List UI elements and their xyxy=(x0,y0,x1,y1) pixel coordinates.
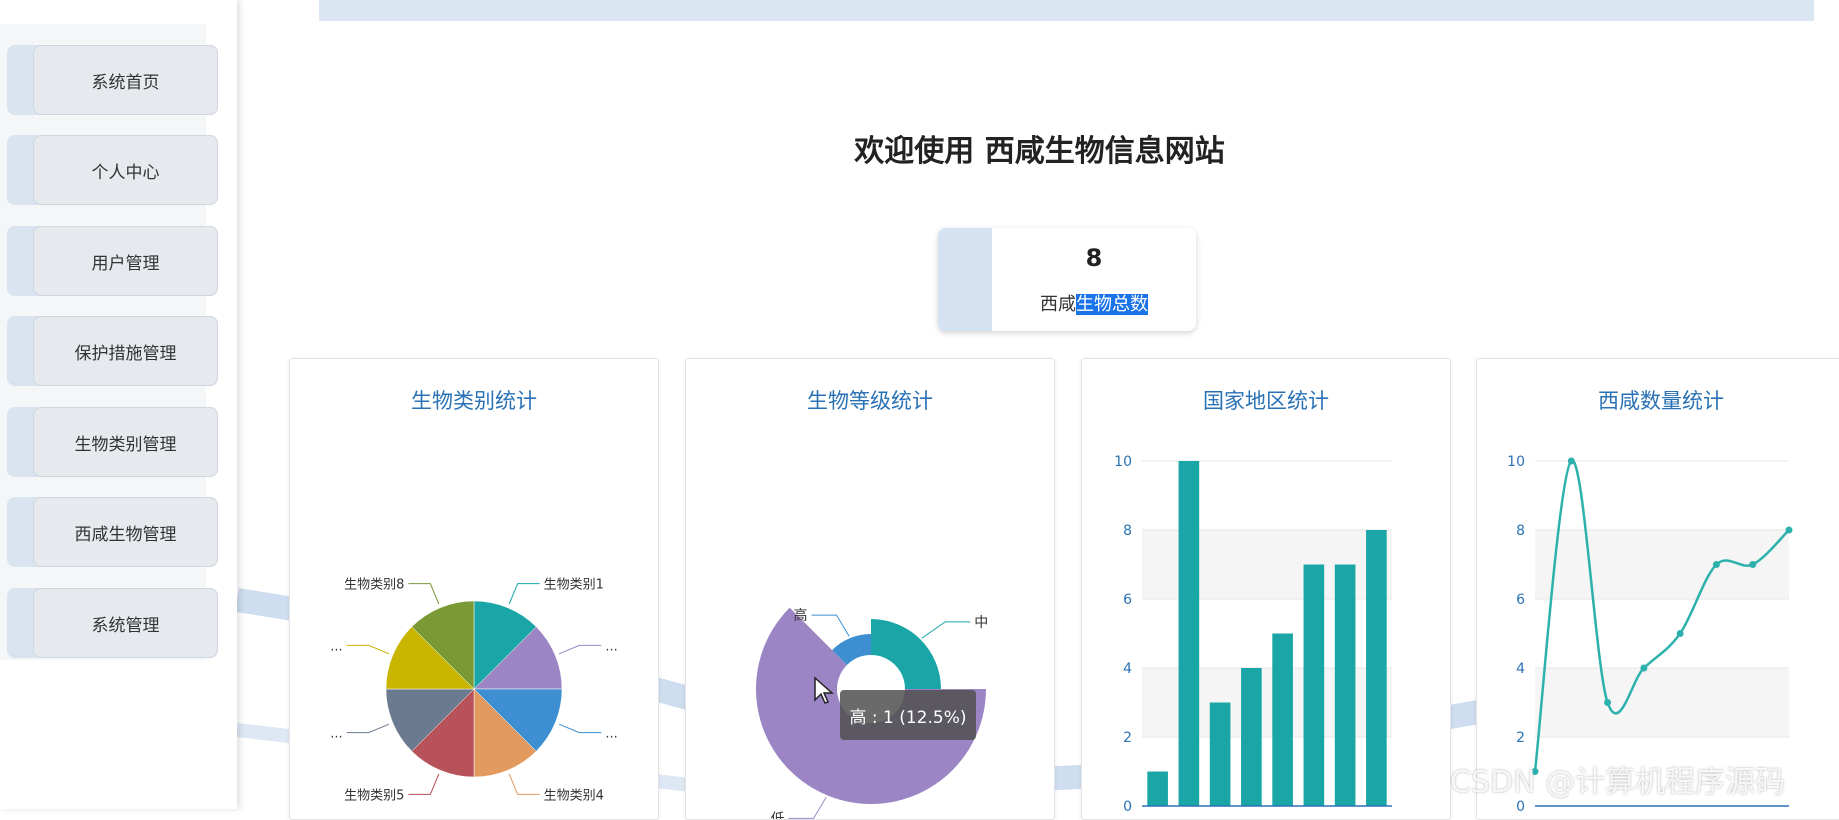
sidebar-item-protection[interactable]: 保护措施管理 xyxy=(7,316,218,386)
sidebar-item-label: 保护措施管理 xyxy=(33,316,218,386)
line-point[interactable] xyxy=(1640,664,1648,672)
stat-value: 8 xyxy=(1085,244,1103,272)
pie-label-line xyxy=(508,583,540,605)
rose-label: 低 xyxy=(771,811,785,819)
y-tick-label: 10 xyxy=(1114,454,1132,470)
sidebar-item-home[interactable]: 系统首页 xyxy=(7,45,218,115)
sidebar-item-users[interactable]: 用户管理 xyxy=(7,226,218,296)
chart-tooltip: 高 : 1 (12.5%) xyxy=(840,690,976,740)
sidebar-item-label: 生物类别管理 xyxy=(33,407,218,477)
page-title: 欢迎使用 西咸生物信息网站 xyxy=(854,134,1225,169)
sidebar-item-category[interactable]: 生物类别管理 xyxy=(7,407,218,477)
y-tick-label: 0 xyxy=(1123,799,1132,815)
rose-label-line xyxy=(811,614,850,637)
y-tick-label: 8 xyxy=(1516,523,1525,539)
mouse-cursor-icon xyxy=(814,676,834,704)
pie-label: 生物类别8 xyxy=(344,578,404,593)
panel-level: 生物等级统计 中低高 xyxy=(685,358,1055,820)
pie-label-line xyxy=(508,773,540,795)
bar[interactable] xyxy=(1209,702,1231,807)
panel-count: 西咸数量统计 0 2 4 6 8 10 xyxy=(1476,358,1839,820)
line-point[interactable] xyxy=(1604,699,1612,706)
stat-label-prefix: 西咸 xyxy=(1040,294,1076,315)
pie-label: ... xyxy=(605,639,617,654)
rose-label-line xyxy=(921,621,971,639)
stat-label: 西咸生物总数 xyxy=(992,290,1196,316)
y-tick-label: 6 xyxy=(1123,592,1132,608)
stat-label-highlight: 生物总数 xyxy=(1076,294,1148,315)
pie-label-line xyxy=(408,583,440,605)
category-pie-chart: 生物类别1...... 生物类别4 生物类别5...... 生物类别8 xyxy=(330,578,617,804)
pie-label: 生物类别5 xyxy=(344,788,404,803)
pie-label: ... xyxy=(330,727,342,742)
y-tick-label: 2 xyxy=(1123,730,1132,746)
count-line-chart: 0 2 4 6 8 10 xyxy=(1507,454,1793,815)
bar[interactable] xyxy=(1303,564,1325,807)
stat-card-stripe xyxy=(938,228,992,331)
y-tick-label: 6 xyxy=(1516,592,1525,608)
sidebar-item-label: 系统管理 xyxy=(33,588,218,658)
line-point[interactable] xyxy=(1785,526,1793,534)
pie-label: ... xyxy=(605,727,617,742)
bar[interactable] xyxy=(1147,771,1168,807)
sidebar-item-label: 西咸生物管理 xyxy=(33,497,218,567)
pie-label: ... xyxy=(330,639,342,654)
y-tick-label: 0 xyxy=(1516,799,1525,815)
region-bar-chart: 0 2 4 6 8 10 xyxy=(1114,454,1392,815)
sidebar-item-species[interactable]: 西咸生物管理 xyxy=(7,497,218,567)
y-tick-label: 4 xyxy=(1123,661,1132,677)
sidebar-item-label: 用户管理 xyxy=(33,226,218,296)
grid-band xyxy=(1535,668,1789,737)
bar[interactable] xyxy=(1272,633,1293,807)
pie-label-line xyxy=(558,644,602,655)
line-point[interactable] xyxy=(1712,561,1720,568)
y-tick-label: 4 xyxy=(1516,661,1525,677)
rose-slice[interactable] xyxy=(871,619,941,689)
bar[interactable] xyxy=(1178,461,1200,806)
stat-card: 8 西咸生物总数 xyxy=(938,228,1196,331)
rose-label: 高 xyxy=(794,607,808,624)
level-rose-chart: 中低 高 xyxy=(756,607,988,819)
line-point[interactable] xyxy=(1567,457,1575,465)
pie-label-line xyxy=(346,723,390,734)
panel-category: 生物类别统计 生物类别1...... 生物类别4 生物类别5...... 生物类别8 xyxy=(289,358,659,820)
line-point[interactable] xyxy=(1676,630,1684,637)
y-tick-label: 2 xyxy=(1516,730,1525,746)
bar[interactable] xyxy=(1241,668,1262,806)
y-tick-label: 8 xyxy=(1123,523,1132,539)
sidebar: 系统首页 个人中心 用户管理 保护措施管理 生物类别管理 西咸生物管理 系统管理 xyxy=(0,0,237,809)
sidebar-item-label: 系统首页 xyxy=(33,45,218,115)
breadcrumb-bar xyxy=(319,0,1814,21)
pie-label: 生物类别1 xyxy=(544,578,604,593)
y-tick-label: 10 xyxy=(1507,454,1525,470)
panel-region: 国家地区统计 0 2 4 6 8 10 xyxy=(1081,358,1451,820)
rose-label: 中 xyxy=(974,615,988,631)
pie-label-line xyxy=(408,773,440,795)
pie-label-line xyxy=(558,723,602,734)
pie-label: 生物类别4 xyxy=(544,788,604,803)
line-point[interactable] xyxy=(1749,561,1757,568)
rose-label-line xyxy=(788,796,827,819)
bar[interactable] xyxy=(1366,530,1387,806)
watermark: CSDN @计算机程序源码 xyxy=(1450,765,1786,800)
pie-label-line xyxy=(346,644,390,655)
sidebar-item-system[interactable]: 系统管理 xyxy=(7,588,218,658)
bar[interactable] xyxy=(1334,564,1356,807)
